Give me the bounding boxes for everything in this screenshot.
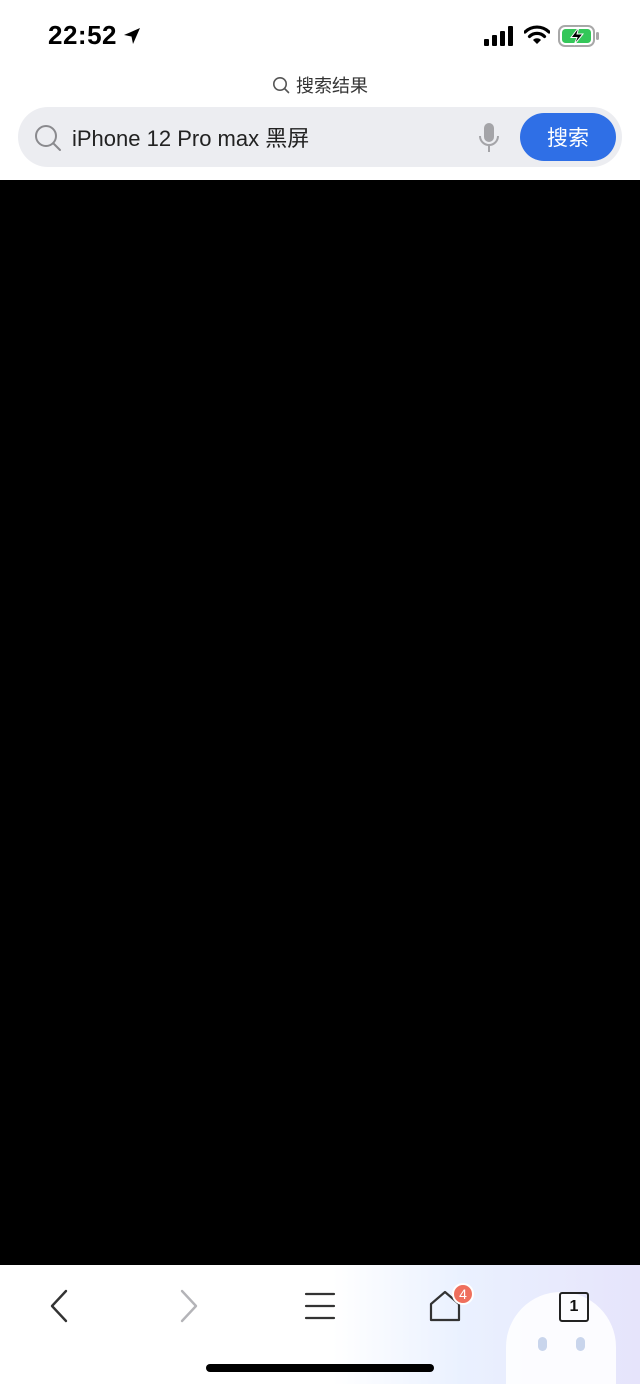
menu-icon	[304, 1292, 336, 1320]
search-input[interactable]	[72, 119, 462, 155]
tabs-button[interactable]: 1	[559, 1292, 589, 1322]
wifi-icon	[524, 25, 550, 44]
search-icon	[35, 125, 61, 151]
forward-icon	[180, 1289, 198, 1323]
microphone-icon[interactable]	[478, 122, 500, 154]
search-icon	[273, 77, 290, 94]
menu-button[interactable]	[295, 1285, 345, 1327]
status-time: 22:52	[48, 20, 117, 50]
search-button[interactable]: 搜索	[520, 113, 616, 161]
home-notification-badge: 4	[452, 1283, 474, 1305]
battery-charging-icon	[558, 25, 599, 47]
page-label: 搜索结果	[0, 72, 640, 98]
forward-button[interactable]	[164, 1285, 214, 1327]
home-indicator	[206, 1364, 434, 1372]
mascot-eye	[538, 1337, 547, 1351]
back-icon	[50, 1289, 68, 1323]
page-label-text: 搜索结果	[296, 76, 368, 96]
location-arrow-icon	[124, 28, 140, 44]
search-bar: 搜索	[18, 107, 622, 167]
status-bar: 22:52	[0, 0, 640, 70]
search-results-content	[0, 180, 640, 1265]
mascot-eye	[576, 1337, 585, 1351]
back-button[interactable]	[34, 1285, 84, 1327]
cellular-signal-icon	[484, 26, 513, 46]
